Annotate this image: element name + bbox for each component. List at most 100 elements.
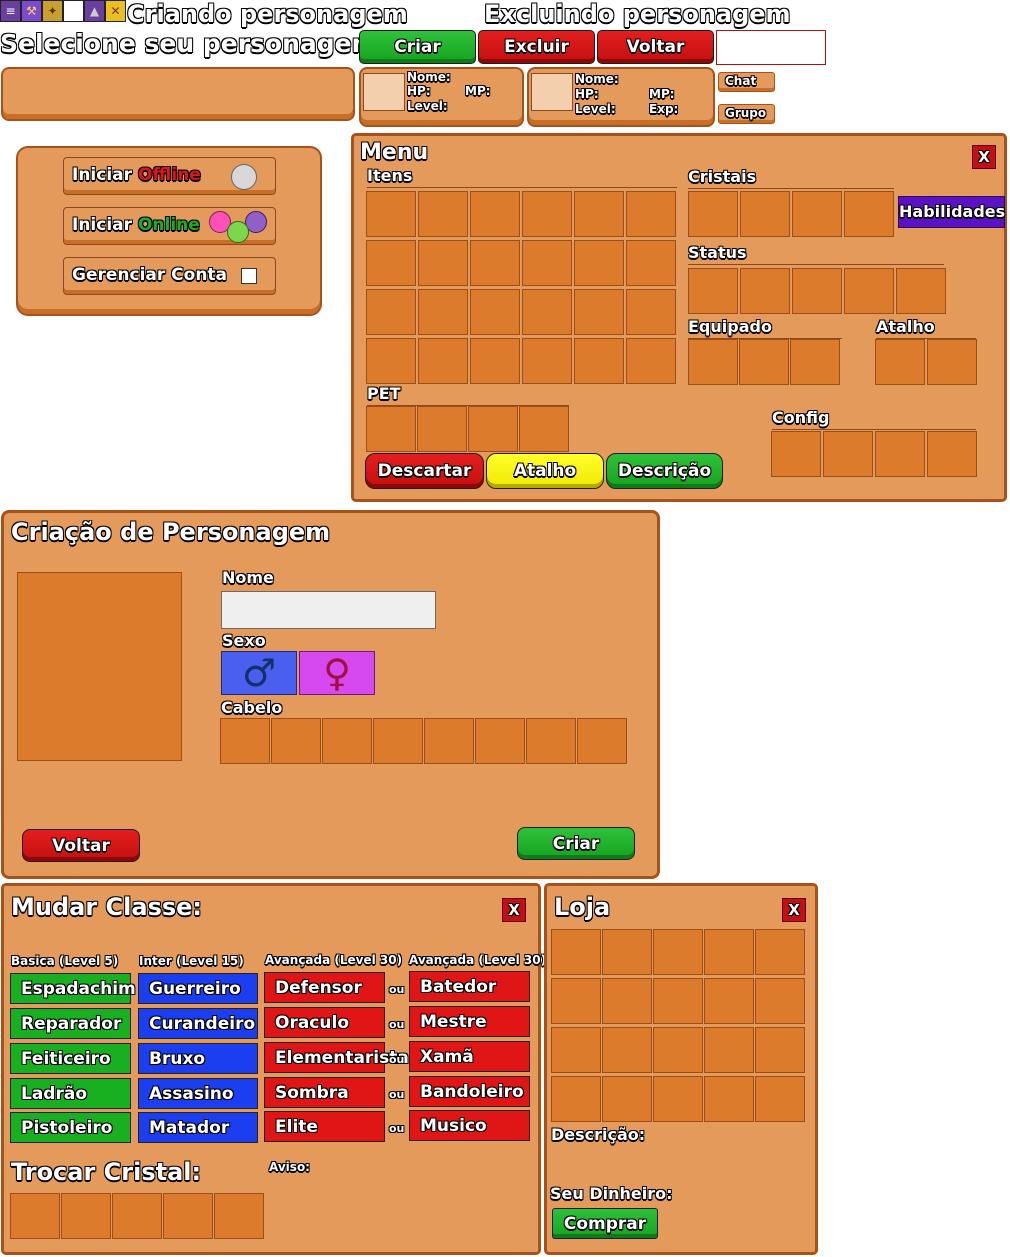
item-slot[interactable]	[574, 338, 624, 384]
item-slot[interactable]	[626, 191, 676, 237]
shop-slot[interactable]	[653, 929, 703, 975]
item-slot[interactable]	[366, 240, 416, 286]
group-button[interactable]: Grupo	[718, 104, 775, 124]
item-slot[interactable]	[522, 240, 572, 286]
character-card-2[interactable]: Nome: HP: MP: Level: Exp:	[527, 67, 715, 127]
buy-button[interactable]: Comprar	[552, 1208, 658, 1239]
shop-slot[interactable]	[704, 978, 754, 1024]
item-slot[interactable]	[470, 338, 520, 384]
class-button-adv-b[interactable]: Bandoleiro	[409, 1076, 530, 1107]
config-slot[interactable]	[823, 431, 873, 477]
item-slot[interactable]	[626, 240, 676, 286]
item-slot[interactable]	[470, 289, 520, 335]
class-close-button[interactable]: X	[502, 898, 526, 922]
item-slot[interactable]	[366, 191, 416, 237]
item-slot[interactable]	[366, 338, 416, 384]
item-slot[interactable]	[418, 338, 468, 384]
shortcut-slot[interactable]	[927, 339, 977, 385]
equipped-slot[interactable]	[739, 339, 789, 385]
crystal-slot[interactable]	[740, 191, 790, 237]
shop-slot[interactable]	[602, 929, 652, 975]
hat-icon[interactable]: ▲	[84, 0, 105, 22]
item-slot[interactable]	[470, 191, 520, 237]
start-offline-button[interactable]: Iniciar Offline	[63, 157, 276, 195]
creation-create-button[interactable]: Criar	[517, 827, 635, 860]
manage-account-button[interactable]: Gerenciar Conta	[63, 257, 276, 295]
shortcut-slot[interactable]	[875, 339, 925, 385]
class-button-adv-a[interactable]: Elementarista	[264, 1042, 409, 1073]
class-button-inter[interactable]: Matador	[138, 1112, 258, 1143]
swap-crystal-slot[interactable]	[10, 1193, 60, 1239]
shortcut-button[interactable]: Atalho	[486, 453, 604, 489]
hair-slot[interactable]	[577, 718, 627, 764]
shop-slot[interactable]	[602, 978, 652, 1024]
crystal-slot[interactable]	[844, 191, 894, 237]
pet-slot[interactable]	[417, 406, 467, 452]
hair-slot[interactable]	[424, 718, 474, 764]
pet-slot[interactable]	[468, 406, 518, 452]
item-slot[interactable]	[418, 289, 468, 335]
shop-slot[interactable]	[755, 1076, 805, 1122]
shop-slot[interactable]	[551, 1027, 601, 1073]
discard-button[interactable]: Descartar	[365, 453, 484, 489]
crystal-slot[interactable]	[792, 191, 842, 237]
character-name-input[interactable]	[716, 30, 826, 65]
class-button-adv-a[interactable]: Oraculo	[264, 1007, 385, 1038]
class-button-adv-b[interactable]: Batedor	[409, 971, 530, 1002]
map-icon[interactable]: ✦	[42, 0, 63, 22]
pet-slot[interactable]	[519, 406, 569, 452]
class-button-basic[interactable]: Reparador	[10, 1008, 131, 1039]
start-online-button[interactable]: Iniciar Online	[63, 207, 276, 245]
delete-button[interactable]: Excluir	[478, 30, 595, 64]
hair-slot[interactable]	[322, 718, 372, 764]
item-slot[interactable]	[418, 240, 468, 286]
shop-slot[interactable]	[755, 929, 805, 975]
description-button[interactable]: Descrição	[606, 453, 723, 489]
swap-crystal-slot[interactable]	[112, 1193, 162, 1239]
pet-slot[interactable]	[366, 406, 416, 452]
item-slot[interactable]	[574, 191, 624, 237]
class-button-adv-b[interactable]: Mestre	[409, 1006, 530, 1037]
hair-slot[interactable]	[220, 718, 270, 764]
shop-slot[interactable]	[602, 1076, 652, 1122]
status-slot[interactable]	[896, 268, 946, 314]
item-slot[interactable]	[418, 191, 468, 237]
hair-slot[interactable]	[475, 718, 525, 764]
item-slot[interactable]	[522, 191, 572, 237]
item-slot[interactable]	[522, 338, 572, 384]
class-button-basic[interactable]: Pistoleiro	[10, 1112, 131, 1143]
back-button[interactable]: Voltar	[597, 30, 714, 64]
class-button-adv-a[interactable]: Elite	[264, 1111, 385, 1142]
class-button-inter[interactable]: Assasino	[138, 1078, 258, 1109]
class-button-adv-a[interactable]: Sombra	[264, 1077, 385, 1108]
item-slot[interactable]	[522, 289, 572, 335]
item-slot[interactable]	[574, 240, 624, 286]
blank-icon[interactable]	[63, 0, 84, 22]
shop-slot[interactable]	[704, 929, 754, 975]
hair-slot[interactable]	[271, 718, 321, 764]
shop-slot[interactable]	[551, 929, 601, 975]
character-card-1[interactable]: Nome: HP: MP: Level:	[359, 67, 524, 127]
crystal-slot[interactable]	[688, 191, 738, 237]
class-button-adv-b[interactable]: Xamã	[409, 1041, 530, 1072]
config-slot[interactable]	[927, 431, 977, 477]
class-button-inter[interactable]: Curandeiro	[138, 1008, 258, 1039]
status-slot[interactable]	[740, 268, 790, 314]
sword-icon[interactable]: ✕	[105, 0, 126, 22]
config-slot[interactable]	[875, 431, 925, 477]
class-button-adv-a[interactable]: Defensor	[264, 972, 385, 1003]
menu-close-button[interactable]: X	[972, 145, 996, 169]
shop-slot[interactable]	[551, 978, 601, 1024]
tools-icon[interactable]: ⚒	[21, 0, 42, 22]
class-button-adv-b[interactable]: Musico	[409, 1110, 530, 1141]
equipped-slot[interactable]	[790, 339, 840, 385]
item-slot[interactable]	[470, 240, 520, 286]
status-slot[interactable]	[792, 268, 842, 314]
shop-slot[interactable]	[602, 1027, 652, 1073]
status-slot[interactable]	[844, 268, 894, 314]
config-slot[interactable]	[771, 431, 821, 477]
shop-slot[interactable]	[653, 1076, 703, 1122]
shop-slot[interactable]	[755, 1027, 805, 1073]
shop-slot[interactable]	[653, 1027, 703, 1073]
chat-button[interactable]: Chat	[718, 72, 775, 92]
